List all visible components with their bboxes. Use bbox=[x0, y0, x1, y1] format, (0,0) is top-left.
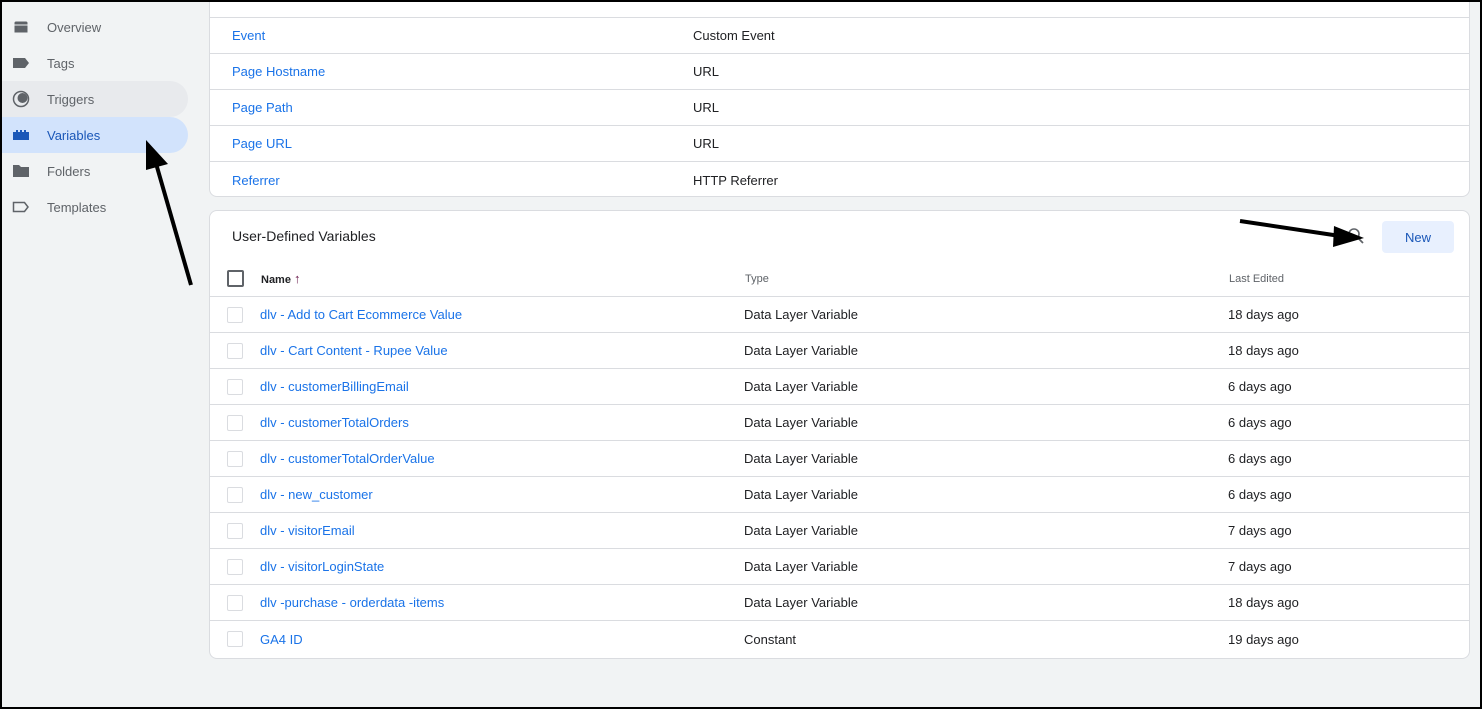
annotation-arrows bbox=[146, 140, 1364, 286]
